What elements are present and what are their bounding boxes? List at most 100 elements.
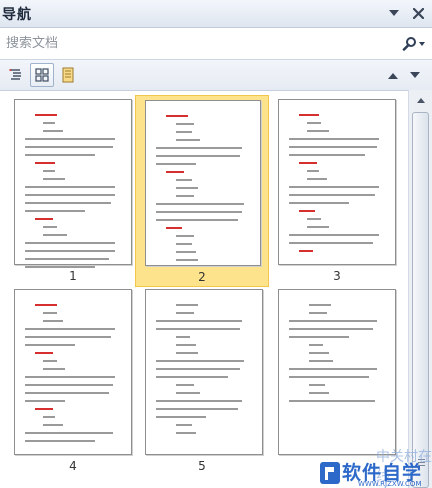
- text-line: [176, 179, 192, 181]
- page-number: 5: [198, 459, 206, 473]
- text-line: [25, 194, 115, 196]
- view-tabs: [0, 60, 432, 90]
- text-line: [309, 312, 327, 314]
- text-line: [25, 154, 95, 156]
- pane-close-button[interactable]: [408, 4, 428, 24]
- text-line: [307, 178, 327, 180]
- text-line: [156, 211, 242, 213]
- text-line: [299, 114, 319, 116]
- text-line: [156, 328, 240, 330]
- text-line: [309, 304, 331, 306]
- text-line: [166, 171, 184, 173]
- text-line: [25, 336, 111, 338]
- text-line: [43, 178, 65, 180]
- text-line: [43, 234, 67, 236]
- close-icon: [412, 8, 424, 19]
- text-line: [156, 203, 244, 205]
- text-line: [156, 376, 228, 378]
- previous-result-button[interactable]: [382, 64, 404, 86]
- page-preview: [145, 289, 263, 455]
- page-number: 4: [69, 459, 77, 473]
- text-line: [25, 258, 109, 260]
- text-line: [25, 250, 115, 252]
- text-line: [176, 243, 192, 245]
- page-thumbnail[interactable]: 5: [135, 285, 269, 477]
- text-line: [307, 122, 321, 124]
- text-line: [43, 320, 63, 322]
- text-line: [289, 242, 373, 244]
- vertical-scrollbar[interactable]: [408, 90, 432, 488]
- triangle-down-icon: [389, 10, 399, 16]
- text-line: [43, 424, 63, 426]
- page-thumbnail-list: 1 2 3 4 5: [0, 90, 408, 488]
- results-tab[interactable]: [56, 63, 80, 87]
- page-number: 1: [69, 269, 77, 283]
- text-line: [289, 376, 369, 378]
- scrollbar-thumb[interactable]: [412, 112, 429, 488]
- page-thumbnail[interactable]: 1: [6, 95, 140, 287]
- scroll-up-button[interactable]: [411, 92, 430, 108]
- text-line: [307, 226, 329, 228]
- page-preview: [145, 100, 261, 266]
- text-line: [25, 328, 115, 330]
- text-line: [307, 130, 329, 132]
- search-input[interactable]: [0, 28, 396, 59]
- page-thumbnail[interactable]: 3: [270, 95, 404, 287]
- text-line: [35, 352, 53, 354]
- text-line: [176, 392, 200, 394]
- text-line: [299, 250, 313, 252]
- page-number: 3: [333, 269, 341, 283]
- text-line: [289, 234, 379, 236]
- text-line: [35, 304, 57, 306]
- text-line: [156, 368, 240, 370]
- text-line: [176, 344, 196, 346]
- text-line: [25, 344, 75, 346]
- triangle-up-icon: [388, 72, 398, 79]
- page-preview: [14, 289, 132, 455]
- pane-title: 导航: [2, 6, 32, 23]
- text-line: [43, 312, 57, 314]
- text-line: [25, 384, 113, 386]
- text-line: [176, 336, 190, 338]
- search-results-icon: [62, 67, 74, 83]
- page-number: 2: [198, 270, 206, 284]
- text-line: [35, 408, 53, 410]
- text-line: [35, 218, 53, 220]
- text-line: [299, 210, 315, 212]
- text-line: [299, 162, 317, 164]
- page-thumbnail[interactable]: 4: [6, 285, 140, 477]
- text-line: [289, 194, 375, 196]
- pane-options-button[interactable]: [384, 4, 404, 24]
- text-line: [25, 186, 115, 188]
- text-line: [176, 259, 198, 261]
- text-line: [156, 408, 238, 410]
- text-line: [25, 266, 95, 268]
- next-result-button[interactable]: [404, 64, 426, 86]
- text-line: [176, 187, 198, 189]
- text-line: [43, 360, 57, 362]
- text-line: [43, 416, 55, 418]
- text-line: [176, 384, 194, 386]
- text-line: [156, 163, 196, 165]
- text-line: [289, 138, 379, 140]
- pages-tab[interactable]: [30, 63, 54, 87]
- text-line: [176, 424, 192, 426]
- text-line: [156, 416, 206, 418]
- headings-tab[interactable]: [4, 63, 28, 87]
- text-line: [43, 368, 65, 370]
- text-line: [25, 400, 65, 402]
- page-preview: [278, 289, 396, 455]
- text-line: [289, 154, 365, 156]
- text-line: [25, 202, 111, 204]
- text-line: [289, 328, 373, 330]
- text-line: [309, 384, 325, 386]
- triangle-down-icon: [410, 71, 420, 78]
- text-line: [307, 170, 319, 172]
- page-thumbnail-selected[interactable]: 2: [135, 95, 269, 287]
- watermark-logo-icon: [320, 462, 340, 484]
- search-button[interactable]: [396, 29, 432, 59]
- text-line: [156, 219, 238, 221]
- text-line: [25, 210, 85, 212]
- text-line: [176, 312, 194, 314]
- text-line: [289, 400, 375, 402]
